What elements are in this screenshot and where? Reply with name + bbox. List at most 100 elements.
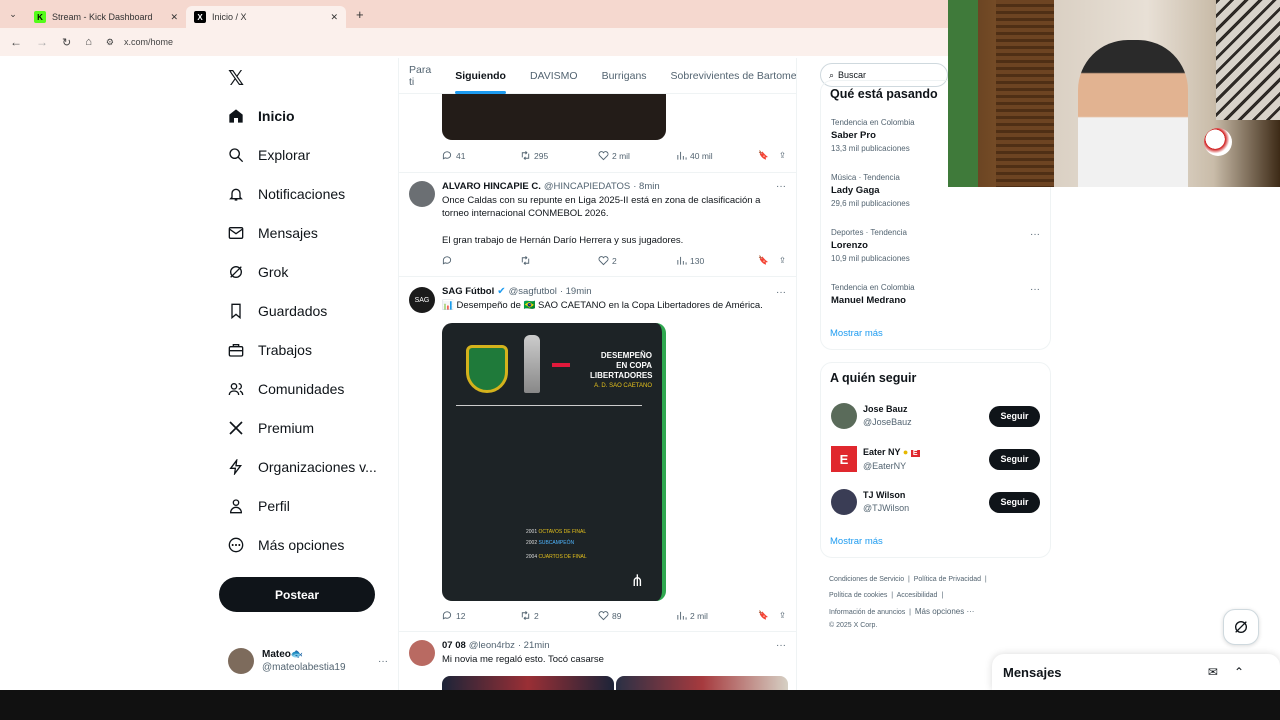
trend-item[interactable]: Música · Tendencia Lady Gaga 29,6 mil pu…: [831, 173, 910, 208]
tweet-media[interactable]: [442, 94, 666, 140]
nav-item-communities[interactable]: Comunidades: [218, 369, 388, 408]
tweet-author-handle[interactable]: @HINCAPIEDATOS: [544, 181, 630, 192]
x-logo-icon[interactable]: 𝕏: [228, 66, 244, 90]
trend-item[interactable]: Deportes · Tendencia Lorenzo 10,9 mil pu…: [831, 228, 910, 263]
tweet[interactable]: ··· ALVARO HINCAPIE C. @HINCAPIEDATOS · …: [399, 173, 796, 277]
new-message-icon[interactable]: ✉: [1208, 665, 1218, 679]
search-input[interactable]: Buscar: [838, 70, 866, 80]
tweet-author-handle[interactable]: @sagfutbol: [509, 286, 557, 297]
tab-burrigans[interactable]: Burrigans: [602, 70, 647, 82]
tweet-author-name[interactable]: ALVARO HINCAPIE C.: [442, 181, 541, 192]
more-icon[interactable]: ···: [1030, 284, 1040, 295]
footer-link[interactable]: Más opciones ···: [915, 607, 975, 616]
nav-item-bookmarks[interactable]: Guardados: [218, 291, 388, 330]
forward-icon[interactable]: →: [36, 35, 48, 49]
avatar[interactable]: SAG: [409, 287, 435, 313]
tab-siguiendo[interactable]: Siguiendo: [455, 70, 506, 94]
tweet-media[interactable]: [616, 676, 788, 690]
nav-item-profile[interactable]: Perfil: [218, 486, 388, 525]
tab-para-ti[interactable]: Para ti: [409, 64, 431, 88]
close-icon[interactable]: ✕: [170, 12, 178, 23]
briefcase-icon: [228, 343, 244, 357]
reply-button[interactable]: 12: [442, 610, 520, 621]
account-switcher[interactable]: Mateo🐟 @mateolabestia19 ···: [228, 644, 388, 678]
close-icon[interactable]: ✕: [330, 12, 338, 23]
nav-item-explore[interactable]: Explorar: [218, 135, 388, 174]
grok-floating-button[interactable]: [1223, 609, 1259, 645]
show-more-follow-link[interactable]: Mostrar más: [830, 536, 883, 547]
show-more-trends-link[interactable]: Mostrar más: [830, 328, 883, 339]
tweet-author-name[interactable]: SAG Fútbol: [442, 286, 494, 297]
views-button[interactable]: 2 mil: [676, 610, 754, 621]
nav-item-more[interactable]: Más opciones: [218, 525, 388, 564]
footer-link[interactable]: Política de cookies: [829, 592, 887, 599]
follow-suggestion[interactable]: TJ Wilson @TJWilson Seguir: [831, 485, 1040, 519]
avatar[interactable]: [409, 640, 435, 666]
tweet-time[interactable]: · 8min: [633, 181, 659, 192]
post-button[interactable]: Postear: [219, 577, 375, 612]
more-icon[interactable]: ···: [1030, 229, 1040, 240]
repost-button[interactable]: 295: [520, 150, 598, 161]
bookmark-icon[interactable]: 🔖: [758, 610, 769, 621]
row-result: OCTAVOS DE FINAL: [538, 529, 587, 535]
footer-link[interactable]: Accesibilidad: [897, 592, 938, 599]
tweet[interactable]: ··· 07 08 @leon4rbz · 21min Mi novia me …: [399, 632, 796, 690]
bookmark-icon[interactable]: 🔖: [758, 150, 769, 161]
tab-search-chevron-icon[interactable]: ⌄: [0, 9, 26, 20]
tab-davismo[interactable]: DAVISMO: [530, 70, 578, 82]
share-icon[interactable]: ⇪: [779, 255, 786, 266]
footer-link[interactable]: Información de anuncios: [829, 609, 905, 616]
nav-item-premium[interactable]: Premium: [218, 408, 388, 447]
url-field[interactable]: x.com/home: [124, 37, 173, 47]
home-browser-icon[interactable]: ⌂: [85, 36, 92, 48]
tab-sobrevivientes[interactable]: Sobrevivientes de Bartomeu: [671, 70, 796, 82]
nav-item-messages[interactable]: Mensajes: [218, 213, 388, 252]
follow-button[interactable]: Seguir: [989, 448, 1040, 470]
follow-suggestion[interactable]: E Eater NY ● E @EaterNY Seguir: [831, 442, 1040, 476]
expand-icon[interactable]: ⌃: [1234, 665, 1244, 679]
trend-item[interactable]: Tendencia en Colombia Manuel Medrano: [831, 283, 915, 309]
browser-tab-kick[interactable]: K Stream - Kick Dashboard ✕: [26, 6, 186, 28]
footer-link[interactable]: Condiciones de Servicio: [829, 576, 904, 583]
nav-item-home[interactable]: Inicio: [218, 96, 388, 135]
repost-button[interactable]: 2: [520, 610, 598, 621]
like-button[interactable]: 2: [598, 255, 676, 266]
tweet-time[interactable]: · 21min: [518, 640, 550, 651]
like-button[interactable]: 2 mil: [598, 150, 676, 161]
views-button[interactable]: 40 mil: [676, 150, 754, 161]
new-tab-icon[interactable]: +: [356, 7, 364, 22]
reply-button[interactable]: 41: [442, 150, 520, 161]
avatar[interactable]: [409, 181, 435, 207]
footer-link[interactable]: Política de Privacidad: [914, 576, 981, 583]
like-button[interactable]: 89: [598, 610, 676, 621]
repost-button[interactable]: [520, 255, 598, 266]
messages-drawer[interactable]: Mensajes ✉ ⌃: [992, 654, 1280, 690]
nav-item-grok[interactable]: Grok: [218, 252, 388, 291]
share-icon[interactable]: ⇪: [779, 150, 786, 161]
tweet-media[interactable]: [442, 676, 614, 690]
follow-suggestion[interactable]: Jose Bauz @JoseBauz Seguir: [831, 399, 1040, 433]
nav-item-jobs[interactable]: Trabajos: [218, 330, 388, 369]
tweet-author-handle[interactable]: @leon4rbz: [469, 640, 515, 651]
follow-button[interactable]: Seguir: [989, 405, 1040, 427]
back-icon[interactable]: ←: [10, 35, 22, 49]
trend-context: Tendencia en Colombia: [831, 283, 915, 292]
bookmark-icon[interactable]: 🔖: [758, 255, 769, 266]
share-icon[interactable]: ⇪: [779, 610, 786, 621]
nav-item-organizations[interactable]: Organizaciones v...: [218, 447, 388, 486]
follow-button[interactable]: Seguir: [989, 491, 1040, 513]
tweet-author-name[interactable]: 07 08: [442, 640, 466, 651]
more-icon[interactable]: ···: [378, 656, 388, 667]
tweet[interactable]: SAG ··· SAG Fútbol ✔ @sagfutbol · 19min …: [399, 277, 796, 632]
reply-icon: [442, 151, 452, 160]
tweet-media[interactable]: DESEMPEÑO EN COPA LIBERTADORES A. D. SAO…: [442, 323, 666, 601]
site-info-icon[interactable]: ⚙: [106, 37, 114, 48]
reply-button[interactable]: [442, 255, 520, 266]
nav-item-notifications[interactable]: Notificaciones: [218, 174, 388, 213]
views-button[interactable]: 130: [676, 255, 754, 266]
browser-tab-x[interactable]: X Inicio / X ✕: [186, 6, 346, 28]
reload-icon[interactable]: ↻: [62, 36, 71, 49]
tweet-time[interactable]: · 19min: [560, 286, 592, 297]
trend-item[interactable]: Tendencia en Colombia Saber Pro 13,3 mil…: [831, 118, 915, 153]
tweet[interactable]: 41 295 2 mil 40 mil 🔖 ⇪: [399, 94, 796, 173]
